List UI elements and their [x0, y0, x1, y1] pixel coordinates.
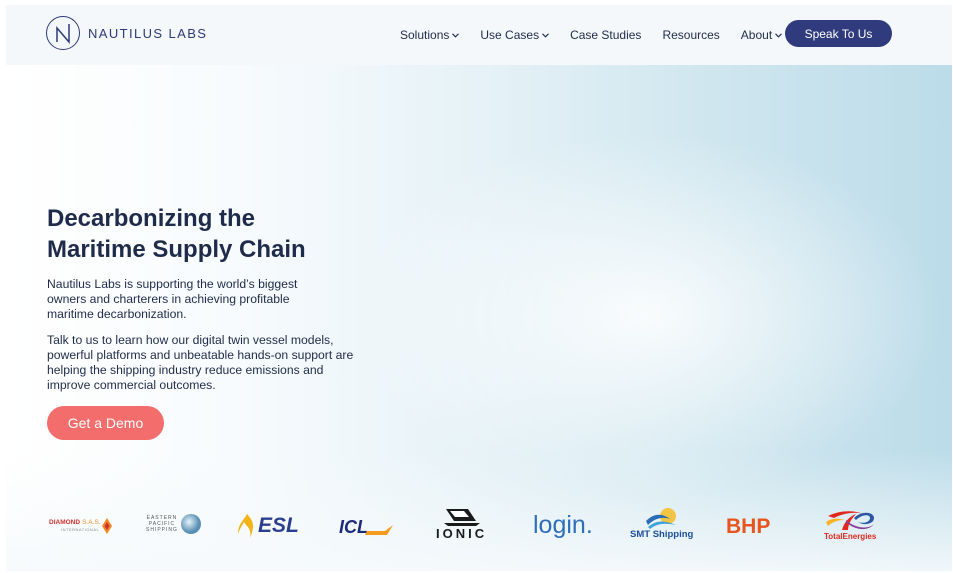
get-a-demo-button[interactable]: Get a Demo [47, 406, 164, 440]
site-header: NAUTILUS LABS Solutions Use Cases Case S… [6, 5, 952, 65]
diamond-text: DIAMOND [49, 519, 81, 526]
partner-logo-login: log in. [533, 511, 593, 540]
hero-paragraph-1: Nautilus Labs is supporting the world’s … [47, 277, 298, 321]
partner-logo-eastern-pacific: EASTERN PACIFIC SHIPPING [146, 513, 202, 535]
nav-item-use-cases[interactable]: Use Cases [480, 28, 549, 42]
hero-headline: Decarbonizing the Maritime Supply Chain [47, 203, 367, 265]
nav-label: Case Studies [570, 28, 642, 42]
login-text-a: log [533, 511, 567, 539]
partner-logo-icl: ICL [339, 517, 393, 538]
nav-item-about[interactable]: About [740, 28, 783, 42]
eps-line-3: SHIPPING [146, 527, 178, 533]
partner-logo-diamond: DIAMOND S.A.S. INTERNATIONAL [49, 518, 112, 534]
brand-name: NAUTILUS LABS [88, 25, 208, 41]
esl-text: ESL [258, 514, 299, 537]
partner-logo-totalenergies: TotalEnergies [824, 508, 876, 541]
partner-logo-ionic: IONIC [436, 507, 487, 540]
headline-line-1: Decarbonizing the [47, 205, 256, 232]
speak-to-us-button[interactable]: Speak To Us [785, 20, 892, 47]
nav-label: Resources [662, 28, 720, 42]
nautilus-n-circle-icon [46, 16, 80, 50]
chevron-down-icon [542, 32, 549, 38]
nav-item-case-studies[interactable]: Case Studies [570, 28, 641, 42]
diamond-text-2: S.A.S. [82, 519, 101, 526]
headline-line-2: Maritime Supply Chain [47, 236, 306, 263]
nav-item-solutions[interactable]: Solutions [400, 28, 460, 42]
partner-logo-smt: SMT Shipping [630, 507, 693, 540]
brand-logo[interactable]: NAUTILUS LABS [46, 16, 207, 50]
ionic-ship-icon [443, 509, 480, 526]
nav-label: Use Cases [480, 28, 540, 42]
page-frame: NAUTILUS LABS Solutions Use Cases Case S… [6, 5, 952, 571]
main-nav: Solutions Use Cases Case Studies Resourc… [400, 5, 803, 65]
totalenergies-swirl-icon [826, 511, 875, 530]
diamond-subtext: INTERNATIONAL [61, 527, 100, 532]
bhp-text: BHP [726, 515, 771, 538]
hero-section: Decarbonizing the Maritime Supply Chain … [6, 65, 952, 571]
partner-logos: DIAMOND S.A.S. INTERNATIONAL EASTERN PAC… [6, 505, 952, 555]
icl-swoosh-icon [365, 525, 393, 535]
nav-label: Solutions [400, 28, 450, 42]
nav-item-resources[interactable]: Resources [662, 28, 719, 42]
esl-flame-icon [238, 514, 254, 538]
smt-wave-icon [645, 508, 676, 529]
globe-icon [180, 514, 201, 534]
diamond-flame-icon [101, 518, 112, 534]
totalenergies-text: TotalEnergies [824, 532, 877, 541]
hero-paragraph-2: Talk to us to learn how our digital twin… [47, 333, 354, 392]
chevron-down-icon [775, 32, 783, 38]
partner-logo-esl: ESL [238, 514, 299, 538]
icl-text: ICL [339, 517, 368, 537]
smt-text: SMT Shipping [630, 529, 694, 540]
nav-label: About [740, 28, 773, 42]
chevron-down-icon [452, 32, 460, 38]
login-text-b: in. [566, 511, 593, 539]
ionic-text: IONIC [436, 526, 488, 541]
partner-logo-bhp: BHP [726, 515, 770, 539]
